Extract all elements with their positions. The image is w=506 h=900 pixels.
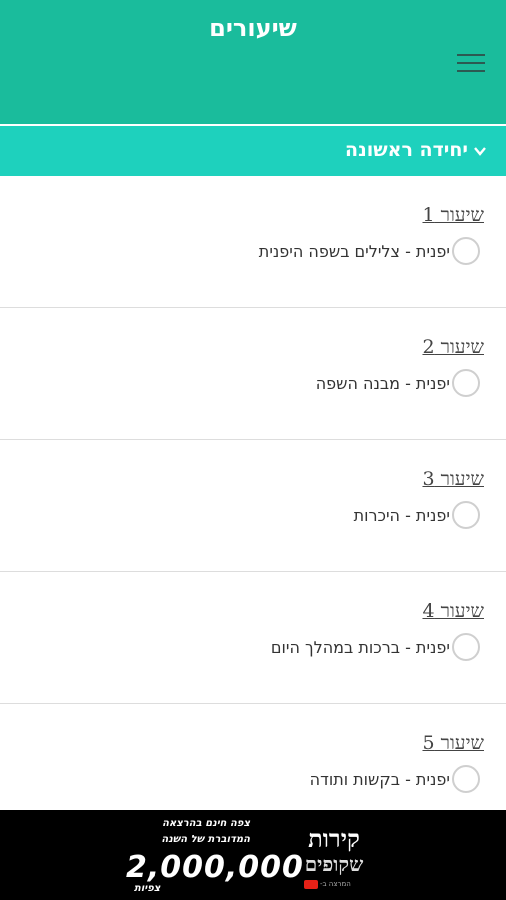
lesson-subtitle: יפנית - היכרות bbox=[353, 505, 450, 525]
ad-text-line1: צפה חינם בהרצאה bbox=[162, 818, 250, 829]
menu-line-3 bbox=[457, 70, 485, 72]
youtube-icon bbox=[304, 880, 318, 889]
radio-button[interactable] bbox=[452, 765, 480, 793]
ad-logo-small-text: המרצה ב- bbox=[320, 880, 351, 888]
lesson-subtitle: יפנית - בקשות ותודה bbox=[309, 769, 450, 789]
lesson-subtitle: יפנית - מבנה השפה bbox=[315, 373, 450, 393]
lesson-title[interactable]: שיעור 1 bbox=[422, 204, 484, 227]
ad-youtube-badge: המרצה ב- bbox=[296, 880, 366, 890]
unit-accordion-header[interactable]: יחידה ראשונה bbox=[0, 126, 506, 176]
menu-line-1 bbox=[457, 54, 485, 56]
lesson-row: יפנית - ברכות במהלך היום bbox=[271, 632, 480, 662]
list-item-lesson-2[interactable]: שיעור 2 יפנית - מבנה השפה bbox=[0, 308, 506, 440]
ad-logo-line1: קירות bbox=[308, 824, 360, 853]
radio-button[interactable] bbox=[452, 633, 480, 661]
lesson-list: שיעור 1 יפנית - צלילים בשפה היפנית שיעור… bbox=[0, 176, 506, 836]
menu-line-2 bbox=[457, 62, 485, 64]
lesson-row: יפנית - היכרות bbox=[354, 500, 480, 530]
lesson-title[interactable]: שיעור 3 bbox=[422, 468, 484, 491]
chevron-down-icon bbox=[474, 147, 486, 156]
lesson-row: יפנית - צלילים בשפה היפנית bbox=[259, 236, 480, 266]
app-header: שיעורים bbox=[0, 0, 506, 124]
lesson-title[interactable]: שיעור 5 bbox=[422, 732, 484, 755]
lesson-subtitle: יפנית - ברכות במהלך היום bbox=[270, 637, 450, 657]
hamburger-menu-icon[interactable] bbox=[457, 52, 485, 74]
page-title: שיעורים bbox=[209, 14, 297, 42]
ad-text-line2: המדוברת של השנה bbox=[161, 834, 250, 845]
lesson-title[interactable]: שיעור 2 bbox=[422, 336, 484, 359]
radio-button[interactable] bbox=[452, 501, 480, 529]
lesson-title[interactable]: שיעור 4 bbox=[422, 600, 484, 623]
lesson-row: יפנית - מבנה השפה bbox=[316, 368, 480, 398]
lesson-row: יפנית - בקשות ותודה bbox=[310, 764, 480, 794]
list-item-lesson-3[interactable]: שיעור 3 יפנית - היכרות bbox=[0, 440, 506, 572]
list-item-lesson-1[interactable]: שיעור 1 יפנית - צלילים בשפה היפנית bbox=[0, 176, 506, 308]
radio-button[interactable] bbox=[452, 369, 480, 397]
ad-logo: קירות שקופים המרצה ב- bbox=[272, 818, 382, 894]
unit-title: יחידה ראשונה bbox=[345, 139, 468, 161]
ad-logo-line2: שקופים bbox=[304, 852, 364, 876]
ad-banner[interactable]: צפה חינם בהרצאה המדוברת של השנה 2,000,00… bbox=[0, 810, 506, 900]
lesson-subtitle: יפנית - צלילים בשפה היפנית bbox=[258, 241, 450, 261]
ad-views-label: צפיות bbox=[134, 883, 161, 894]
list-item-lesson-4[interactable]: שיעור 4 יפנית - ברכות במהלך היום bbox=[0, 572, 506, 704]
radio-button[interactable] bbox=[452, 237, 480, 265]
